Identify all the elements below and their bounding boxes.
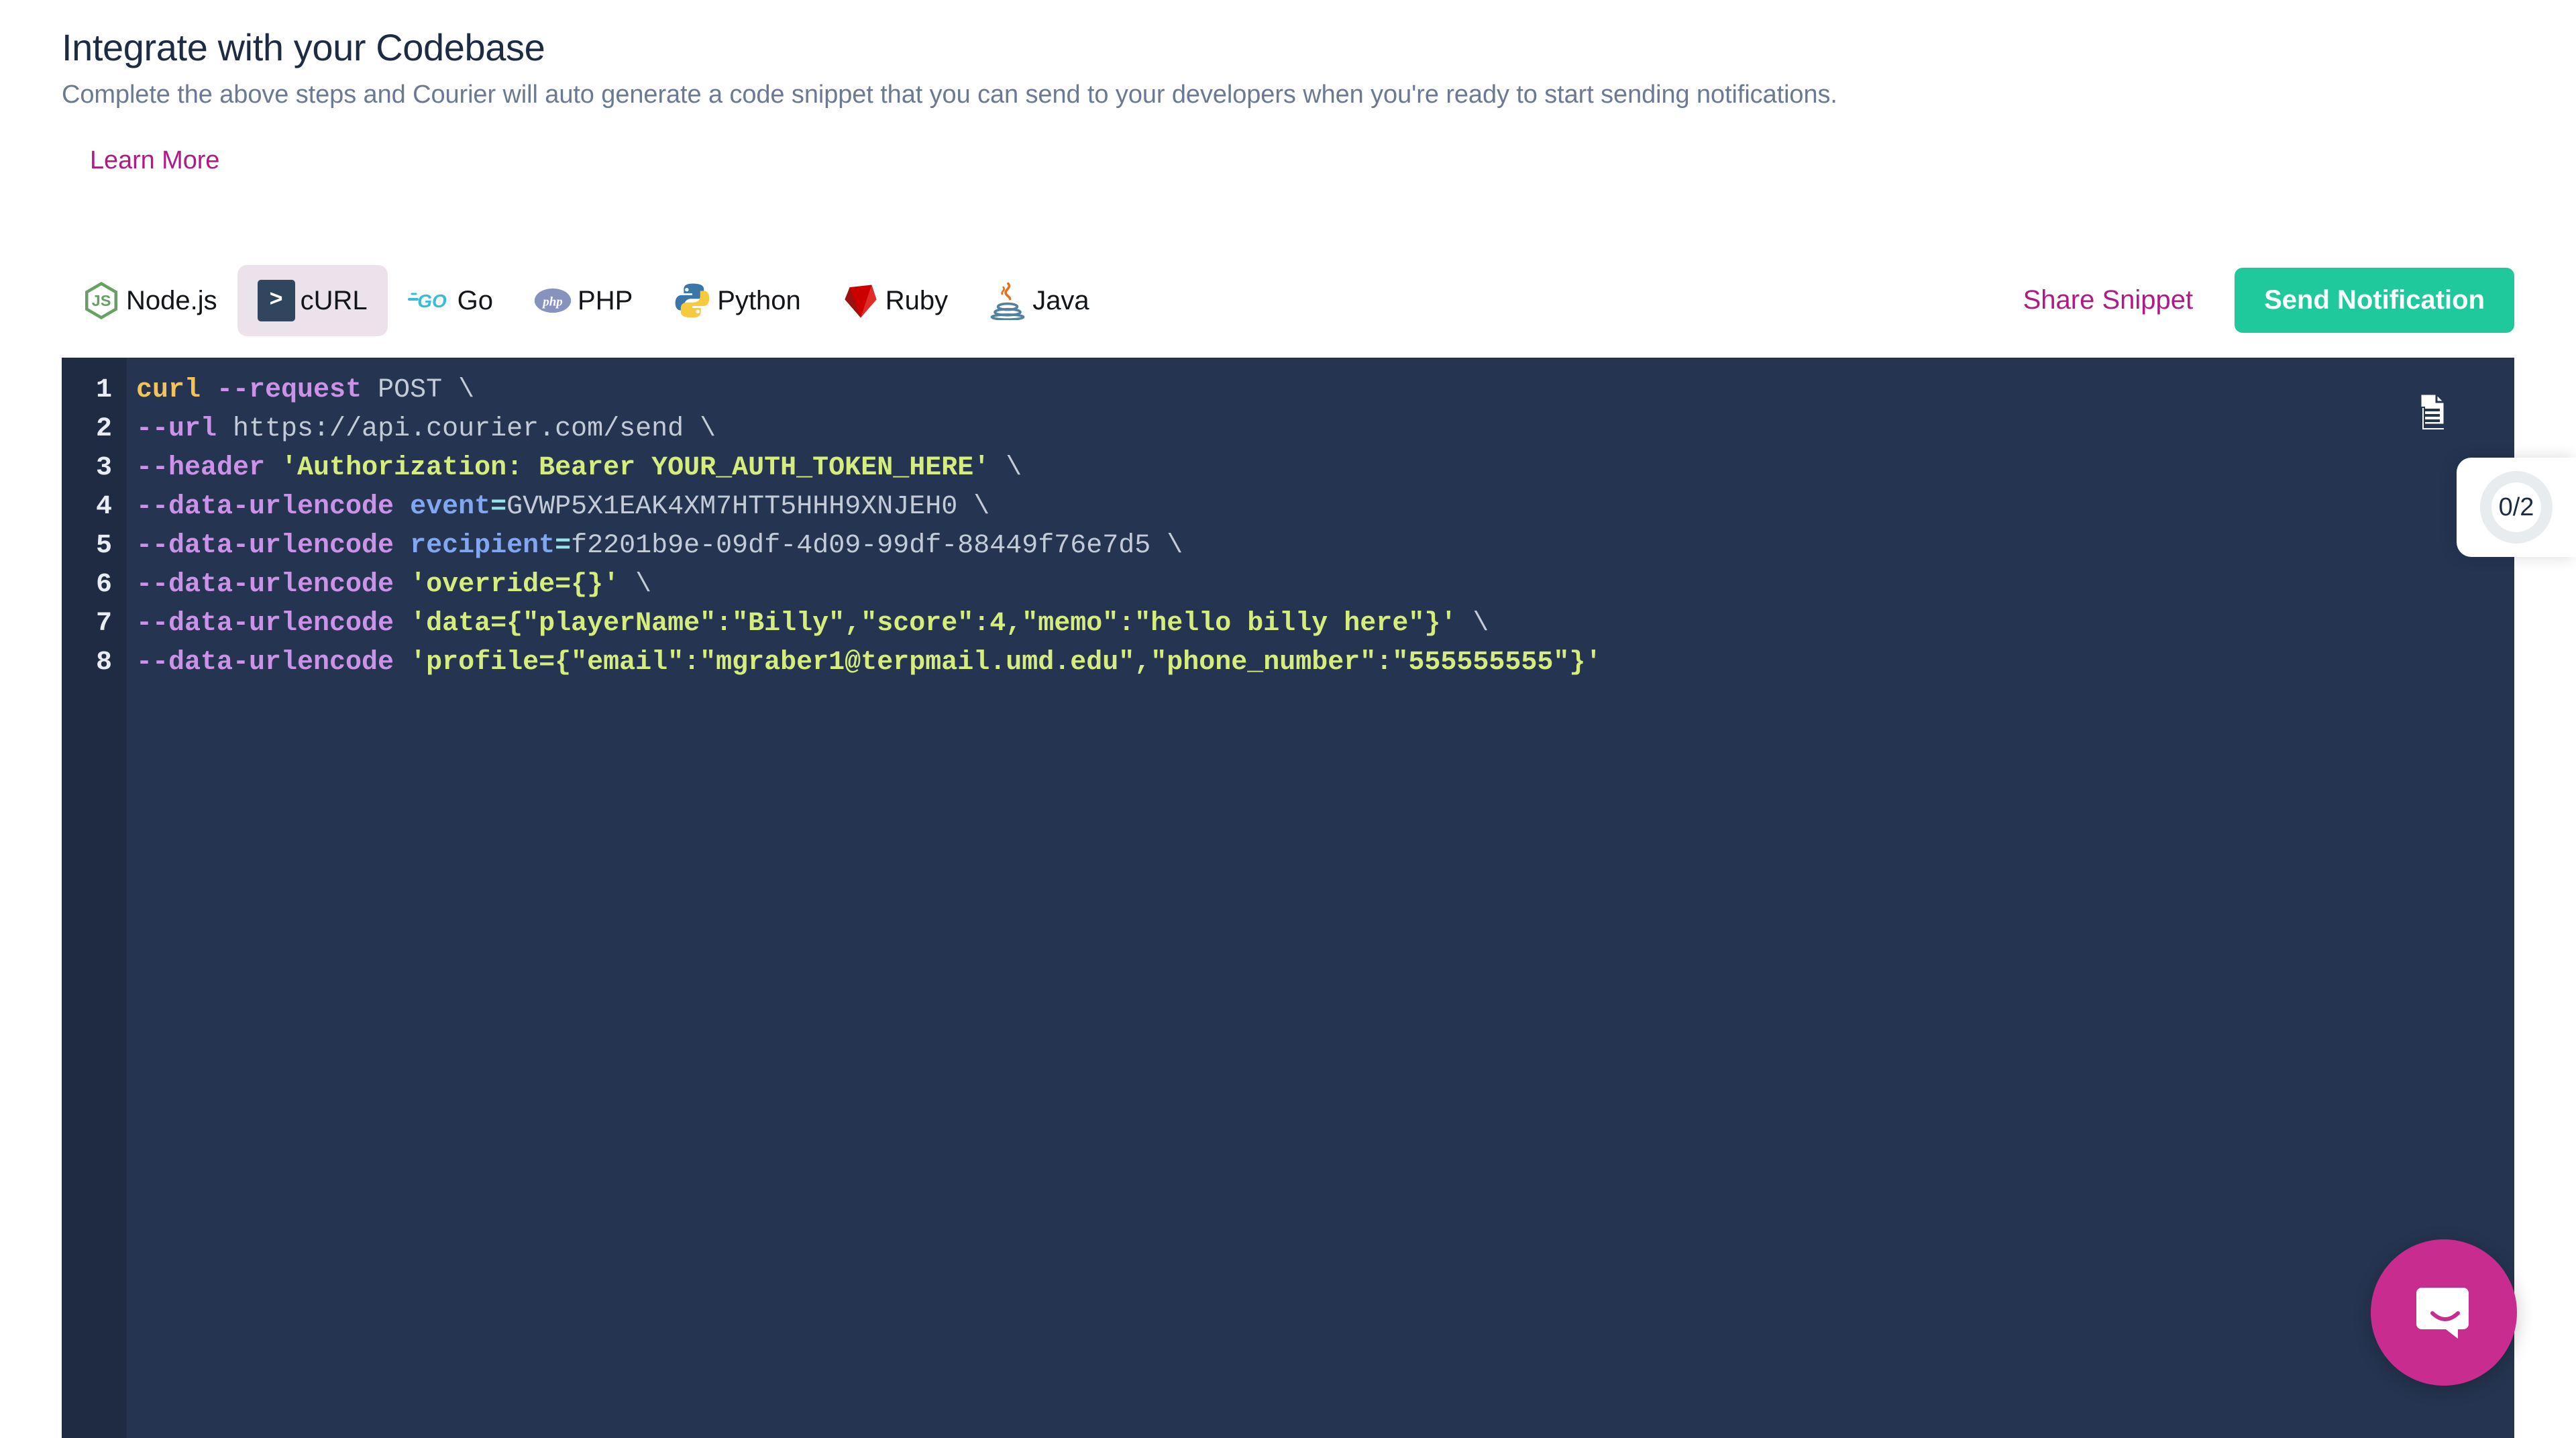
python-logo-icon	[673, 281, 712, 320]
code-line: 2 --url https://api.courier.com/send \	[62, 410, 2514, 449]
svg-text:JS: JS	[92, 292, 111, 309]
code-token: curl	[136, 375, 201, 405]
language-tab-list: JS Node.js > cURL GO Go php PHP Python R…	[62, 264, 1110, 336]
java-coffee-cup-logo-icon	[988, 281, 1027, 320]
code-token: --data-urlencode	[136, 570, 394, 600]
tab-label: cURL	[300, 285, 368, 315]
onboarding-progress-widget[interactable]: 0/2	[2457, 458, 2576, 557]
line-number: 3	[95, 453, 112, 483]
code-token: 'profile={"email":"mgraber1@terpmail.umd…	[410, 648, 1602, 678]
code-token: 'Authorization: Bearer YOUR_AUTH_TOKEN_H…	[281, 453, 990, 483]
code-line: 8 --data-urlencode 'profile={"email":"mgr…	[62, 644, 2514, 682]
code-token: recipient	[410, 531, 555, 561]
svg-text:GO: GO	[417, 291, 447, 311]
send-notification-button[interactable]: Send Notification	[2235, 268, 2514, 333]
code-token: =	[555, 531, 572, 561]
code-token: \	[989, 453, 1022, 483]
tab-label: Node.js	[126, 285, 217, 315]
svg-text:php: php	[541, 295, 563, 309]
line-number: 1	[95, 375, 112, 405]
tab-label: Ruby	[885, 285, 949, 315]
code-line: 1 curl --request POST \	[62, 371, 2514, 410]
code-token: 'override={}'	[410, 570, 620, 600]
integrate-codebase-page: Integrate with your Codebase Complete th…	[0, 0, 2576, 1438]
line-content: --header 'Authorization: Bearer YOUR_AUT…	[127, 449, 1022, 488]
code-token: GVWP5X1EAK4XM7HTT5HHH9XNJEH0 \	[506, 492, 990, 522]
code-token: --header	[136, 453, 266, 483]
code-line: 3 --header 'Authorization: Bearer YOUR_AU…	[62, 449, 2514, 488]
code-area[interactable]: 1 curl --request POST \ 2 --url https://api…	[62, 371, 2514, 682]
tab-label: Go	[457, 285, 494, 315]
line-content: curl --request POST \	[127, 371, 474, 410]
tab-nodejs[interactable]: JS Node.js	[62, 266, 237, 335]
code-token: \	[619, 570, 652, 600]
code-snippet-panel: 1 curl --request POST \ 2 --url https://api…	[62, 358, 2514, 1438]
tab-curl[interactable]: > cURL	[237, 264, 388, 336]
code-token: f2201b9e-09df-4d09-99df-88449f76e7d5 \	[571, 531, 1183, 561]
tab-java[interactable]: Java	[968, 266, 1110, 335]
tab-php[interactable]: php PHP	[513, 266, 653, 335]
line-content: --url https://api.courier.com/send \	[127, 410, 716, 449]
code-token: --url	[136, 414, 217, 444]
intercom-chat-bubble-icon	[2407, 1274, 2481, 1351]
language-tabbar: JS Node.js > cURL GO Go php PHP Python R…	[62, 252, 2514, 349]
tab-label: Python	[717, 285, 801, 315]
line-content: --data-urlencode event=GVWP5X1EAK4XM7HTT…	[127, 488, 989, 527]
code-token: \	[1456, 609, 1489, 639]
code-line: 7 --data-urlencode 'data={"playerName":"B…	[62, 605, 2514, 644]
code-token: --data-urlencode	[136, 531, 394, 561]
tab-go[interactable]: GO Go	[388, 271, 513, 330]
tab-label: PHP	[578, 285, 633, 315]
page-header: Integrate with your Codebase Complete th…	[62, 26, 2544, 111]
line-content: --data-urlencode 'profile={"email":"mgra…	[127, 644, 1601, 682]
share-snippet-button[interactable]: Share Snippet	[2023, 285, 2194, 315]
code-token: event	[410, 492, 491, 522]
code-line: 6 --data-urlencode 'override={}' \	[62, 566, 2514, 605]
line-number: 2	[95, 414, 112, 444]
line-number: 6	[95, 570, 112, 600]
progress-count-label: 0/2	[2498, 493, 2534, 521]
nodejs-logo-icon: JS	[82, 281, 121, 320]
line-content: --data-urlencode 'override={}' \	[127, 566, 651, 605]
line-number: 8	[95, 648, 112, 678]
curl-prompt-icon: >	[257, 279, 295, 321]
code-token: 'data={"playerName":"Billy","score":4,"m…	[410, 609, 1457, 639]
tab-label: Java	[1032, 285, 1089, 315]
code-token: --data-urlencode	[136, 609, 394, 639]
code-token: =	[490, 492, 507, 522]
line-number: 5	[95, 531, 112, 561]
code-token: POST \	[362, 375, 475, 405]
go-gopher-logo-icon: GO	[407, 286, 452, 315]
line-content: --data-urlencode recipient=f2201b9e-09df…	[127, 527, 1183, 566]
intercom-launcher-button[interactable]	[2371, 1239, 2517, 1386]
line-number: 7	[95, 609, 112, 639]
progress-ring-icon: 0/2	[2480, 471, 2553, 544]
code-token: --data-urlencode	[136, 648, 394, 678]
page-title: Integrate with your Codebase	[62, 26, 545, 68]
code-token: --data-urlencode	[136, 492, 394, 522]
tab-python[interactable]: Python	[653, 266, 821, 335]
php-logo-icon: php	[533, 281, 572, 320]
line-number: 4	[95, 492, 112, 522]
tab-ruby[interactable]: Ruby	[821, 266, 968, 335]
ruby-gem-logo-icon	[841, 281, 880, 320]
code-token: --request	[217, 375, 362, 405]
page-subtitle: Complete the above steps and Courier wil…	[62, 80, 1837, 109]
line-content: --data-urlencode 'data={"playerName":"Bi…	[127, 605, 1489, 644]
learn-more-link[interactable]: Learn More	[90, 146, 219, 175]
copy-document-icon[interactable]	[2407, 383, 2455, 434]
code-token: https://api.courier.com/send \	[217, 414, 716, 444]
code-line: 5 --data-urlencode recipient=f2201b9e-09d…	[62, 527, 2514, 566]
code-line: 4 --data-urlencode event=GVWP5X1EAK4XM7HT…	[62, 488, 2514, 527]
